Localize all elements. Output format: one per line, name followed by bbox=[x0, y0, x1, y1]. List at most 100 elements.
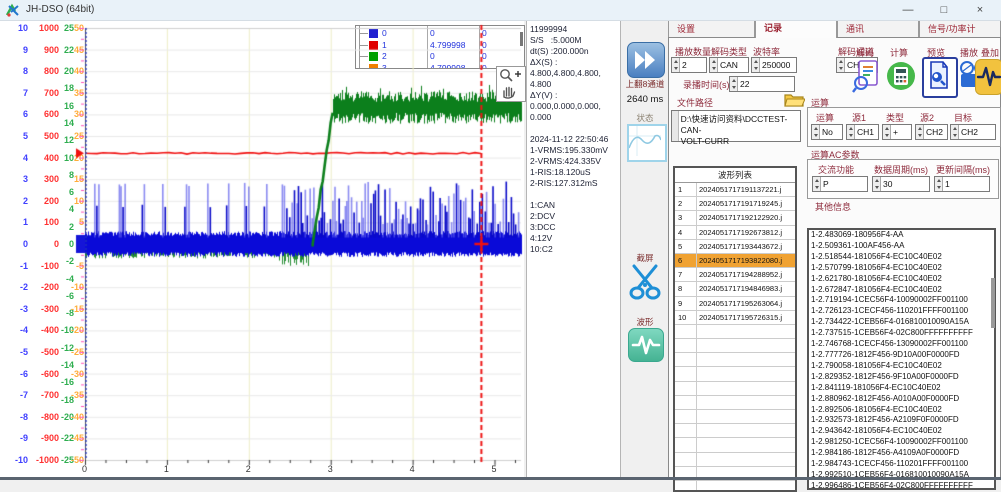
wave-file-row[interactable] bbox=[675, 424, 795, 438]
can-frame-item[interactable]: 1-2.719194-1CEC56F4-10090002FF001100 bbox=[811, 295, 994, 306]
op-source2-field[interactable]: CH2 bbox=[915, 124, 948, 140]
can-frame-item[interactable]: 1-2.621780-181056F4-EC10C40E02 bbox=[811, 274, 994, 285]
legend-tree-line bbox=[359, 57, 368, 69]
legend-row-ch2[interactable]: 200 bbox=[356, 51, 524, 62]
data-period-field[interactable]: 30 bbox=[872, 176, 930, 192]
can-frame-item[interactable]: 1-2.841119-181056F4-EC10C40E02 bbox=[811, 383, 994, 394]
wave-file-row[interactable]: 82024051717194846983.j bbox=[675, 282, 795, 296]
can-frame-item[interactable]: 1-2.518544-181056F4-EC10C40E02 bbox=[811, 252, 994, 263]
wave-file-row[interactable]: 62024051717193822080.j bbox=[675, 254, 795, 268]
can-frame-item[interactable]: 1-2.790058-181056F4-EC10C40E02 bbox=[811, 361, 994, 372]
can-frame-item[interactable]: 1-2.880962-1812F456-A010A00F0000FD bbox=[811, 394, 994, 405]
open-folder-icon[interactable] bbox=[783, 92, 805, 108]
wave-file-row[interactable] bbox=[675, 453, 795, 467]
wave-file-row[interactable] bbox=[675, 438, 795, 452]
can-frame-item[interactable]: 1-2.932573-1812F456-A2109F0F0000FD bbox=[811, 415, 994, 426]
minimize-button[interactable]: — bbox=[890, 0, 926, 20]
op-operation-field[interactable]: No bbox=[811, 124, 843, 140]
can-frame-item[interactable]: 1-2.777726-1812F456-9D10A00F0000FD bbox=[811, 350, 994, 361]
can-frame-item[interactable]: 1-2.892506-181056F4-EC10C40E02 bbox=[811, 405, 994, 416]
screenshot-scissors-icon[interactable] bbox=[628, 264, 662, 300]
can-frame-item[interactable]: 1-2.996486-1CEB56F4-02C800FFFFFFFFFF bbox=[811, 481, 994, 490]
file-path-box[interactable]: D:\快速访问资料\DCCTEST-CAN- VOLT-CURR bbox=[671, 110, 801, 142]
legend-row-ch1[interactable]: 14.7999980 bbox=[356, 40, 524, 51]
can-frame-item[interactable]: 1-2.984743-1CECF456-110201FFFF001100 bbox=[811, 459, 994, 470]
can-frame-item[interactable]: 1-2.672847-181056F4-EC10C40E02 bbox=[811, 285, 994, 296]
wave-file-row[interactable]: 72024051717194288952.j bbox=[675, 268, 795, 282]
op-source1-field[interactable]: CH1 bbox=[846, 124, 879, 140]
preview-icon-selected[interactable] bbox=[922, 57, 958, 98]
tab-settings[interactable]: 设置 bbox=[668, 20, 755, 38]
wave-file-row[interactable]: 12024051717191137221.j bbox=[675, 183, 795, 197]
ch1-axis-tick: -5 bbox=[2, 347, 28, 357]
can-frame-item[interactable]: 1-2.726123-1CECF456-110201FFFF001100 bbox=[811, 306, 994, 317]
decode-type-field[interactable]: CAN bbox=[709, 57, 749, 73]
can-frame-item[interactable]: 1-2.984186-1812F456-A4109A0F0000FD bbox=[811, 448, 994, 459]
ch1-axis-tick: -8 bbox=[2, 412, 28, 422]
overlay-icon[interactable] bbox=[975, 59, 1001, 95]
zoom-in-icon[interactable] bbox=[497, 67, 523, 83]
wave-file-row[interactable] bbox=[675, 481, 795, 492]
plot-zoom-toolbar[interactable] bbox=[496, 66, 526, 102]
calculator-icon[interactable] bbox=[886, 59, 916, 93]
can-frame-item[interactable]: 1-2.746768-1CECF456-13090002FF001100 bbox=[811, 339, 994, 350]
tab-signal-power[interactable]: 信号/功率计 bbox=[919, 20, 1001, 38]
can-frame-item[interactable]: 1-2.483069-180956F4-AA bbox=[811, 230, 994, 241]
wave-file-row[interactable]: 92024051717195263064.j bbox=[675, 297, 795, 311]
can-frame-item[interactable]: 1-2.737515-1CEB56F4-02C800FFFFFFFFFF bbox=[811, 328, 994, 339]
wave-file-row[interactable]: 42024051717192673812.j bbox=[675, 226, 795, 240]
record-time-field[interactable]: 22 bbox=[729, 76, 795, 92]
baud-rate-field[interactable]: 250000 bbox=[751, 57, 797, 73]
wave-file-row[interactable]: 102024051717195726315.j bbox=[675, 311, 795, 325]
can-frame-item[interactable]: 1-2.943642-181056F4-EC10C40E02 bbox=[811, 426, 994, 437]
spinner[interactable] bbox=[710, 58, 718, 72]
update-interval-field[interactable]: 1 bbox=[934, 176, 990, 192]
ac-function-field[interactable]: P bbox=[812, 176, 868, 192]
wave-file-row[interactable]: 32024051717192122920.j bbox=[675, 211, 795, 225]
can-frame-item[interactable]: 1-2.734422-1CEB56F4-016810010090A15A bbox=[811, 317, 994, 328]
decode-icon[interactable] bbox=[852, 59, 880, 93]
can-frame-item[interactable]: 1-2.509361-100AF456-AA bbox=[811, 241, 994, 252]
cursor-legend[interactable]: 00014.799998020034.7999980 bbox=[355, 25, 525, 69]
path-scrollbar[interactable] bbox=[672, 111, 679, 141]
spinner[interactable] bbox=[730, 77, 738, 91]
legend-cursor-y: 0 bbox=[482, 40, 487, 50]
tab-record[interactable]: 记录 bbox=[755, 19, 837, 38]
wave-file-row[interactable] bbox=[675, 339, 795, 353]
waveform-button[interactable] bbox=[628, 328, 664, 362]
page-channels-label: 上翻8通道 bbox=[622, 78, 668, 90]
ch1-axis-tick: -10 bbox=[2, 455, 28, 465]
plot-area[interactable]: 109876543210-1-2-3-4-5-6-7-8-9-101000900… bbox=[0, 20, 524, 478]
can-frame-item[interactable]: 1-2.570799-181056F4-EC10C40E02 bbox=[811, 263, 994, 274]
wave-file-row[interactable] bbox=[675, 382, 795, 396]
op-type-field[interactable]: + bbox=[882, 124, 912, 140]
op-target-field[interactable]: CH2 bbox=[950, 124, 996, 140]
wave-file-row[interactable]: 22024051717191719245.j bbox=[675, 197, 795, 211]
spinner[interactable] bbox=[752, 58, 760, 72]
wave-file-index bbox=[675, 325, 697, 338]
wave-file-row[interactable] bbox=[675, 396, 795, 410]
wave-file-row[interactable] bbox=[675, 410, 795, 424]
can-frame-item[interactable]: 1-2.981250-1CEC56F4-10090002FF001100 bbox=[811, 437, 994, 448]
legend-row-ch0[interactable]: 000 bbox=[356, 28, 524, 39]
wave-file-row[interactable] bbox=[675, 353, 795, 367]
wave-file-row[interactable] bbox=[675, 367, 795, 381]
wave-file-row[interactable]: 52024051717193443672.j bbox=[675, 240, 795, 254]
pan-hand-icon[interactable] bbox=[497, 83, 523, 99]
can-frame-item[interactable]: 1-2.829352-1812F456-9F10A00F0000FD bbox=[811, 372, 994, 383]
spinner[interactable] bbox=[672, 58, 680, 72]
can-frame-scrollbar[interactable] bbox=[991, 278, 995, 328]
tab-communication[interactable]: 通讯 bbox=[837, 20, 919, 38]
can-frame-list[interactable]: 1-2.483069-180956F4-AA1-2.509361-100AF45… bbox=[807, 228, 996, 490]
decode-icon-label: 解码 bbox=[856, 46, 874, 59]
wave-file-row[interactable] bbox=[675, 325, 795, 339]
wave-file-index bbox=[675, 353, 697, 366]
close-button[interactable]: × bbox=[962, 0, 998, 20]
playback-count-field[interactable]: 2 bbox=[671, 57, 707, 73]
wave-file-index bbox=[675, 339, 697, 352]
waveform-file-list[interactable]: 波形列表 12024051717191137221.j2202405171719… bbox=[673, 166, 797, 492]
maximize-button[interactable]: □ bbox=[926, 0, 962, 20]
page-channels-button[interactable] bbox=[627, 42, 665, 78]
spinner[interactable] bbox=[837, 58, 845, 72]
wave-file-name: 2024051717194846983.j bbox=[697, 282, 795, 295]
